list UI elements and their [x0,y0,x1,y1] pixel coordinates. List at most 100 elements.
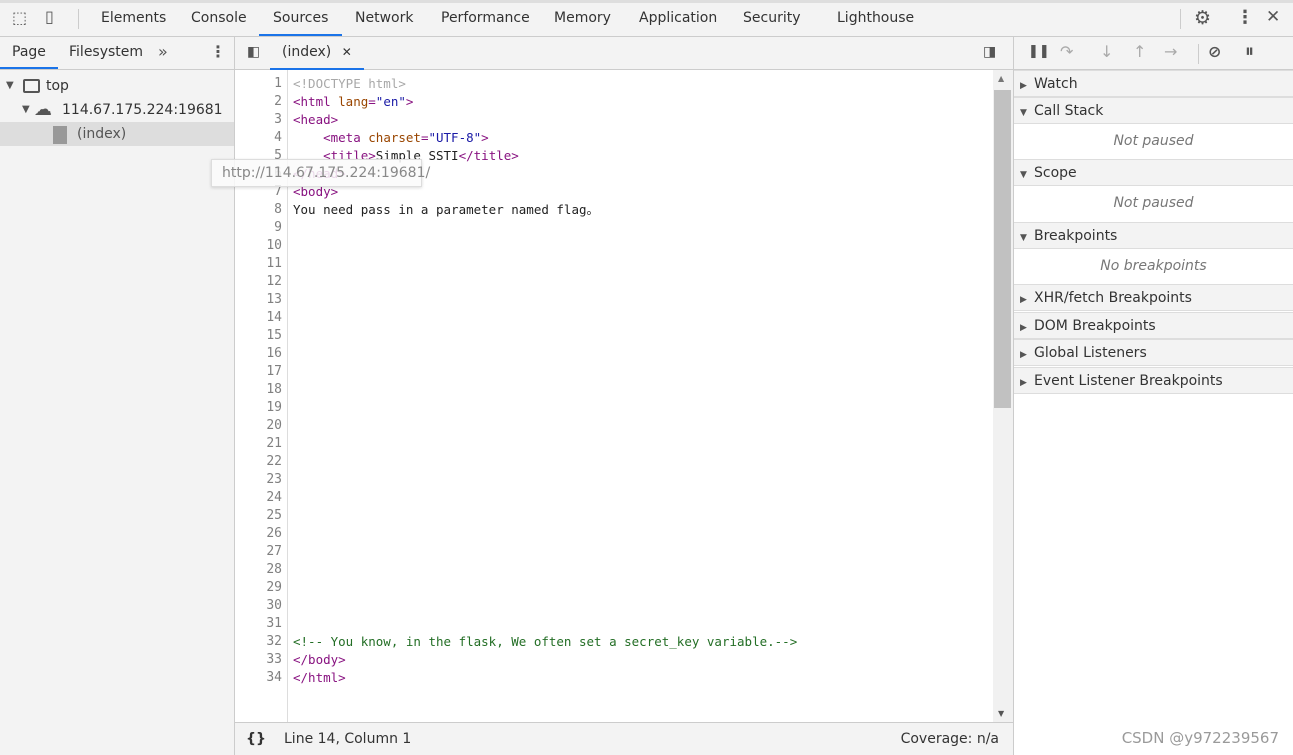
toggle-debugger-icon[interactable]: ◨ [983,45,996,59]
code-token: "UTF-8" [428,130,482,145]
section-xhr-breakpoints[interactable]: ▶ XHR/fetch Breakpoints [1014,284,1293,311]
line-number[interactable]: 18 [266,381,282,399]
line-number[interactable]: 12 [266,273,282,291]
code-token: <meta [323,130,369,145]
inspect-element-icon[interactable]: ⬚ [12,10,27,26]
line-number[interactable]: 30 [266,597,282,615]
line-number[interactable]: 16 [266,345,282,363]
scrollbar-thumb[interactable] [994,90,1011,408]
tree-item-top[interactable]: ▼ top [0,74,234,98]
line-number[interactable]: 1 [274,75,282,93]
tree-label-index: (index) [77,126,127,142]
line-number[interactable]: 31 [266,615,282,633]
code-line[interactable]: You need pass in a parameter named flag。 [293,201,599,219]
code-line[interactable]: </body> [293,651,346,669]
line-number[interactable]: 26 [266,525,282,543]
scroll-up-icon[interactable]: ▲ [998,74,1004,83]
expanded-triangle-icon: ▼ [1020,108,1027,118]
line-number[interactable]: 17 [266,363,282,381]
device-toolbar-icon[interactable]: ▯ [45,9,54,25]
tab-application[interactable]: Application [625,3,731,36]
call-stack-empty: Not paused [1113,133,1194,149]
line-number[interactable]: 29 [266,579,282,597]
more-tabs-chevron-icon[interactable]: » [158,44,168,60]
vertical-scrollbar[interactable]: ▲ ▼ [993,70,1013,722]
file-icon [53,126,67,144]
code-token: "en" [375,94,406,109]
line-number[interactable]: 14 [266,309,282,327]
subtab-page[interactable]: Page [0,37,58,69]
step-into-icon[interactable]: ↓ [1100,44,1113,60]
watermark: CSDN @y972239567 [1121,729,1279,747]
code-line[interactable]: <!DOCTYPE html> [293,75,406,93]
line-number[interactable]: 34 [266,669,282,687]
tree-label-host: 114.67.175.224:19681 [62,102,223,118]
pause-on-exceptions-icon[interactable]: ⏸ [1245,43,1254,61]
line-number[interactable]: 10 [266,237,282,255]
scroll-down-icon[interactable]: ▼ [998,709,1004,718]
code-line[interactable]: </html> [293,669,346,687]
tree-item-host[interactable]: ▼ ☁ 114.67.175.224:19681 [0,98,234,122]
tree-item-index[interactable]: (index) [0,122,234,146]
line-number[interactable]: 27 [266,543,282,561]
line-number[interactable]: 19 [266,399,282,417]
code-line[interactable]: <meta charset="UTF-8"> [293,129,489,147]
toggle-navigator-icon[interactable]: ◧ [247,45,260,59]
section-global-listeners[interactable]: ▶ Global Listeners [1014,339,1293,366]
frame-icon [23,79,40,93]
line-number[interactable]: 25 [266,507,282,525]
section-dom-breakpoints[interactable]: ▶ DOM Breakpoints [1014,312,1293,339]
pause-icon[interactable]: ❚❚ [1028,45,1050,58]
tab-performance[interactable]: Performance [427,3,544,36]
tab-lighthouse[interactable]: Lighthouse [823,3,928,36]
line-number[interactable]: 28 [266,561,282,579]
scope-empty: Not paused [1113,195,1194,211]
line-number[interactable]: 11 [266,255,282,273]
code-line[interactable]: <head> [293,111,338,129]
navigator-menu-icon[interactable]: ⋮ [210,44,226,60]
code-token: </title> [458,148,519,163]
code-token: <!DOCTYPE html> [293,76,406,91]
section-event-listener-breakpoints[interactable]: ▶ Event Listener Breakpoints [1014,367,1293,394]
subtab-filesystem[interactable]: Filesystem [57,37,155,69]
tab-elements[interactable]: Elements [87,3,180,36]
close-tab-icon[interactable]: ✕ [342,45,352,59]
line-number[interactable]: 2 [274,93,282,111]
code-line[interactable]: <html lang="en"> [293,93,413,111]
collapsed-triangle-icon: ▶ [1020,295,1027,305]
line-number[interactable]: 8 [274,201,282,219]
tab-memory[interactable]: Memory [540,3,625,36]
line-number[interactable]: 21 [266,435,282,453]
section-call-stack[interactable]: ▼ Call Stack [1014,97,1293,124]
step-icon[interactable]: → [1164,44,1177,60]
line-number[interactable]: 15 [266,327,282,345]
tab-console[interactable]: Console [177,3,261,36]
line-number[interactable]: 13 [266,291,282,309]
pretty-print-icon[interactable]: {} [246,723,266,755]
section-breakpoints[interactable]: ▼ Breakpoints [1014,222,1293,249]
line-number[interactable]: 20 [266,417,282,435]
tab-network[interactable]: Network [341,3,427,36]
code-line[interactable]: <!-- You know, in the flask, We often se… [293,633,797,651]
line-number[interactable]: 33 [266,651,282,669]
line-number[interactable]: 4 [274,129,282,147]
section-watch[interactable]: ▶ Watch [1014,70,1293,97]
line-number[interactable]: 9 [274,219,282,237]
step-over-icon[interactable]: ↷ [1060,44,1073,60]
close-devtools-icon[interactable]: ✕ [1266,9,1280,26]
line-number[interactable]: 23 [266,471,282,489]
tab-sources[interactable]: Sources [259,3,343,36]
section-scope[interactable]: ▼ Scope [1014,159,1293,186]
line-number[interactable]: 3 [274,111,282,129]
line-number[interactable]: 32 [266,633,282,651]
line-number[interactable]: 24 [266,489,282,507]
editor-tab-index[interactable]: (index) ✕ [270,37,364,70]
tab-security[interactable]: Security [729,3,815,36]
collapsed-triangle-icon: ▶ [1020,81,1027,91]
settings-gear-icon[interactable]: ⚙ [1194,9,1211,28]
step-out-icon[interactable]: ↑ [1133,44,1146,60]
line-number[interactable]: 22 [266,453,282,471]
more-options-icon[interactable]: ⋮ [1236,9,1254,27]
deactivate-breakpoints-icon[interactable]: ⊘ [1208,44,1221,60]
section-label: Call Stack [1034,103,1104,119]
